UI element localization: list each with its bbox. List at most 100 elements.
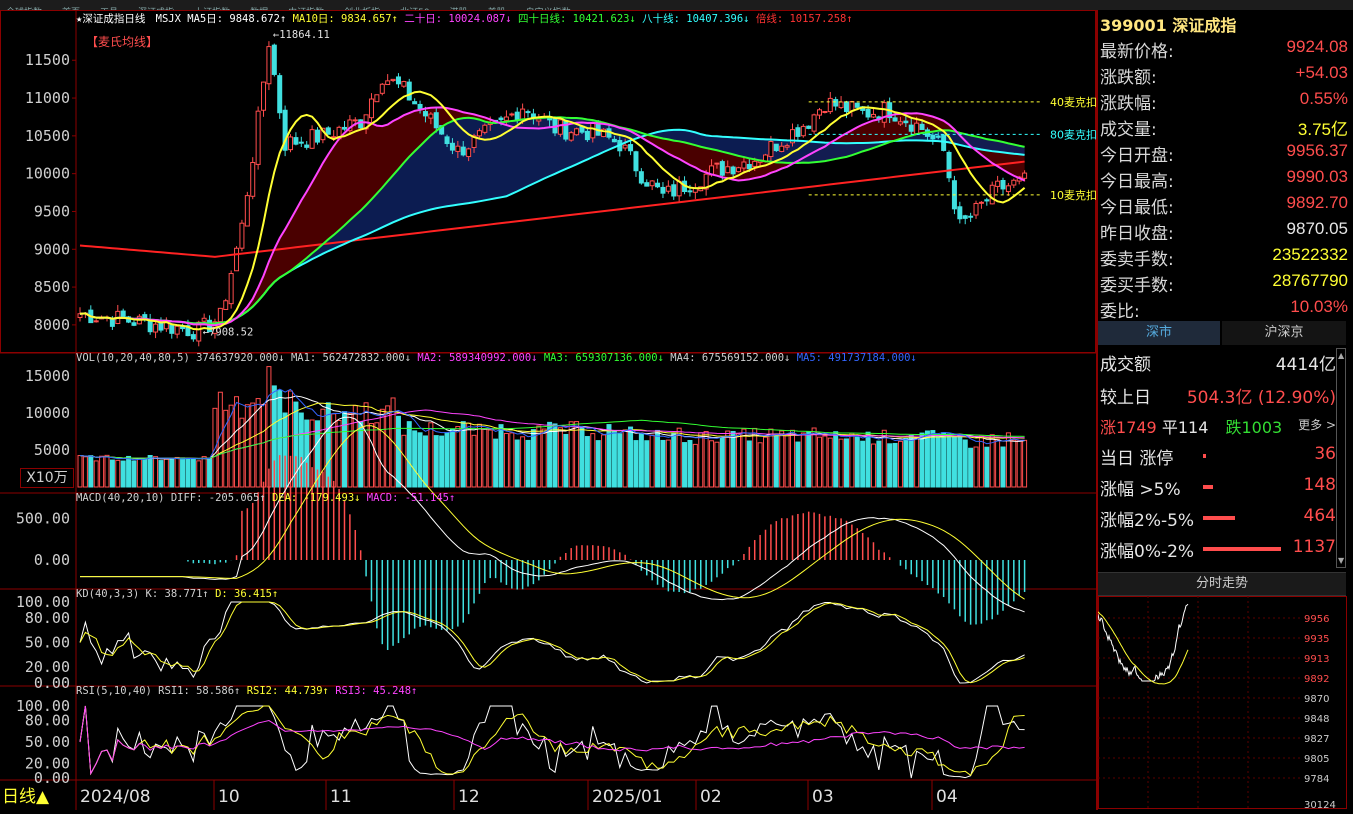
sidebar-scrollbar[interactable]: ▲ ▼ [1336, 348, 1346, 568]
candle-body [854, 102, 860, 108]
quote-value: 23522332 [1272, 245, 1348, 264]
volume-bar [816, 436, 822, 488]
volume-bar [763, 436, 769, 488]
volume-bar [698, 432, 704, 488]
candle-body [239, 222, 245, 249]
candle-body [401, 81, 407, 87]
candle-body [385, 80, 391, 86]
tab-all-markets[interactable]: 沪深京 [1222, 321, 1346, 345]
stat-value: 36 [1314, 444, 1336, 464]
volume-bar [968, 447, 974, 488]
quote-row: 委买手数: 28767790 [1100, 269, 1348, 296]
candle-body [957, 206, 963, 220]
candle-body [930, 134, 936, 140]
volume-bar [77, 455, 83, 488]
volume-bar [115, 459, 121, 488]
candle-body [660, 186, 666, 194]
volume-bar [584, 436, 590, 488]
tab-shenzhen[interactable]: 深市 [1098, 321, 1220, 345]
candle-body [611, 138, 617, 143]
low-marker: ←7908.52 [203, 327, 254, 339]
candle-body [590, 121, 596, 139]
vs-prev-label: 较上日 [1100, 388, 1151, 408]
vol-tick: 15000 [25, 367, 70, 385]
ma-band-fill [80, 117, 1025, 324]
quote-row: 今日最低: 9892.70 [1100, 191, 1348, 218]
indicator-value: MACD: -51.145↑ [366, 492, 456, 504]
quote-value: 10.03% [1290, 297, 1348, 316]
candle-body [671, 184, 677, 197]
volume-bar [422, 435, 428, 488]
k-line [79, 601, 1025, 684]
date-label: 04 [936, 787, 958, 807]
quote-value: 3.75亿 [1297, 120, 1348, 139]
quote-row: 今日开盘: 9956.37 [1100, 139, 1348, 166]
volume-bar [665, 439, 671, 488]
volume-bar [649, 434, 655, 488]
volume-bar [719, 437, 725, 488]
rsi-tick: 50.00 [25, 733, 70, 751]
flat-count: 114 [1177, 418, 1209, 437]
more-link[interactable]: 更多 > [1298, 416, 1336, 433]
date-label: 11 [330, 787, 352, 807]
date-label: 2024/08 [80, 787, 151, 807]
volume-bar [876, 440, 882, 488]
candle-body [995, 180, 1001, 187]
volume-bar [406, 421, 412, 488]
period-selector[interactable]: 日线▲ [2, 782, 49, 807]
volume-bar [795, 441, 801, 488]
volume-bar [158, 460, 164, 488]
volume-bar [336, 420, 342, 488]
volume-bar [136, 457, 142, 488]
candle-body [217, 307, 223, 323]
candle-body [984, 199, 990, 202]
quote-label: 今日最低: [1100, 198, 1174, 218]
scroll-up-icon[interactable]: ▲ [1338, 351, 1344, 360]
candle-body [584, 130, 590, 141]
volume-bar [957, 434, 963, 488]
candle-body [358, 119, 364, 129]
candle-body [919, 123, 925, 130]
candle-body [536, 118, 542, 122]
vol-tick: 5000 [34, 441, 70, 459]
down-label: 跌 [1225, 418, 1242, 437]
candle-body [498, 117, 504, 121]
volume-bar [638, 433, 644, 488]
price-tick: 10000 [25, 165, 70, 183]
candle-body [368, 98, 374, 119]
candle-body [865, 108, 871, 118]
quote-label: 成交量: [1100, 120, 1157, 140]
candle-body [309, 129, 315, 149]
intraday-tick: 9956 [1304, 614, 1329, 625]
volume-bar [358, 421, 364, 488]
volume-bar [897, 440, 903, 488]
quote-row: 成交量: 3.75亿 [1100, 113, 1348, 140]
volume-bar [255, 398, 261, 488]
volume-bar [433, 435, 439, 488]
volume-bar [541, 428, 547, 488]
candle-body [843, 101, 849, 112]
scroll-down-icon[interactable]: ▼ [1338, 556, 1344, 565]
candle-body [638, 171, 644, 184]
market-tabs: 深市 沪深京 [1098, 321, 1346, 345]
candle-body [557, 119, 563, 135]
price-tick: 8000 [34, 316, 70, 334]
quote-value: 9870.05 [1286, 219, 1348, 238]
candle-body [973, 202, 979, 216]
volume-bar [655, 429, 661, 488]
volume-bar [1022, 439, 1028, 488]
intraday-chart[interactable]: 9956 9935 9913 9892 9870 9848 9827 9805 9784 3012… [1098, 596, 1353, 810]
stat-value: 1137 [1292, 537, 1336, 557]
volume-bar [633, 440, 639, 488]
price-tick: 11000 [25, 89, 70, 107]
candle-body [250, 161, 256, 197]
indicator-value: D: 36.415↑ [215, 588, 279, 600]
volume-bar [514, 439, 520, 488]
volume-bar [341, 411, 347, 488]
intraday-title[interactable]: 分时走势 [1098, 572, 1346, 596]
candle-body [201, 317, 207, 322]
intraday-tick: 9935 [1304, 634, 1329, 645]
candle-body [476, 130, 482, 137]
candle-body [746, 164, 752, 170]
quote-row: 昨日收盘: 9870.05 [1100, 217, 1348, 244]
